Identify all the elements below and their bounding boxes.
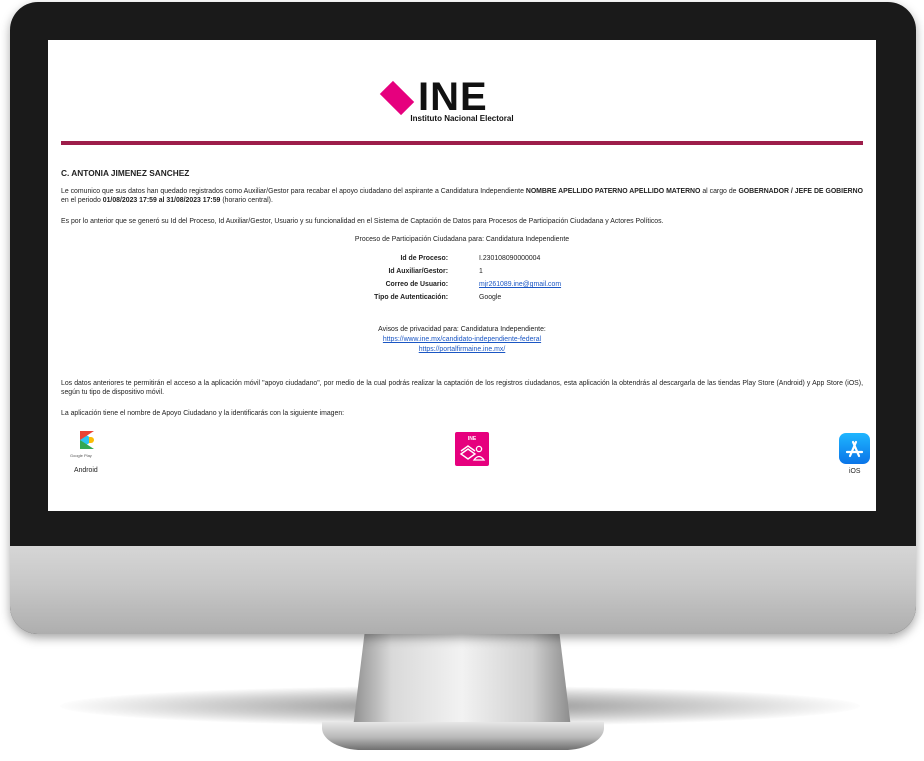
google-play-icon[interactable]: Google Play <box>70 431 110 461</box>
process-title: Proceso de Participación Ciudadana para:… <box>354 236 570 243</box>
recipient-name: C. ANTONIA JIMENEZ SANCHEZ <box>61 168 190 178</box>
ine-subtitle: Instituto Nacional Electoral <box>410 114 514 123</box>
id-generation-paragraph: Es por lo anterior que se generó su Id d… <box>61 218 664 225</box>
user-email-link[interactable]: mjr261089.ine@gmail.com <box>479 281 561 288</box>
detail-row-auxiliar-id: Id Auxiliar/Gestor: 1 <box>388 268 483 275</box>
apoyo-ciudadano-icon: INE <box>455 432 489 466</box>
ine-wordmark: INE <box>418 75 488 119</box>
monitor-chin <box>10 546 916 634</box>
app-access-paragraph: Los datos anteriores te permitirán el ac… <box>61 380 863 396</box>
detail-row-user-email: Correo de Usuario: mjr261089.ine@gmail.c… <box>385 281 562 288</box>
app-name-paragraph: La aplicación tiene el nombre de Apoyo C… <box>61 410 345 417</box>
monitor-stand-neck <box>352 628 572 736</box>
candidate-name: NOMBRE APELLIDO PATERNO APELLIDO MATERNO <box>525 188 701 195</box>
monitor-stand-base <box>322 722 604 750</box>
android-label: Android <box>74 467 98 474</box>
ine-diamond-icon <box>379 80 415 116</box>
ine-logo: INE Instituto Nacional Electoral <box>48 75 876 126</box>
header-divider <box>61 141 863 145</box>
app-store-icon[interactable] <box>839 433 870 464</box>
email-screen: INE Instituto Nacional Electoral C. ANTO… <box>48 40 876 511</box>
privacy-link-candidato[interactable]: https://www.ine.mx/candidato-independien… <box>383 336 541 343</box>
privacy-title: Avisos de privacidad para: Candidatura I… <box>378 326 546 333</box>
registration-paragraph: Le comunico que sus datos han quedado re… <box>61 188 863 204</box>
position-name: GOBERNADOR / JEFE DE GOBIERNO <box>738 188 863 195</box>
ios-label: iOS <box>849 468 861 475</box>
privacy-link-portal[interactable]: https://portalfirmaine.ine.mx/ <box>419 346 506 353</box>
detail-row-auth-type: Tipo de Autenticación: Google <box>374 294 502 301</box>
period-range: 01/08/2023 17:59 al 31/08/2023 17:59 <box>102 197 221 204</box>
detail-row-process-id: Id de Proceso: I.230108090000004 <box>400 255 541 262</box>
monitor: INE Instituto Nacional Electoral C. ANTO… <box>10 2 916 634</box>
